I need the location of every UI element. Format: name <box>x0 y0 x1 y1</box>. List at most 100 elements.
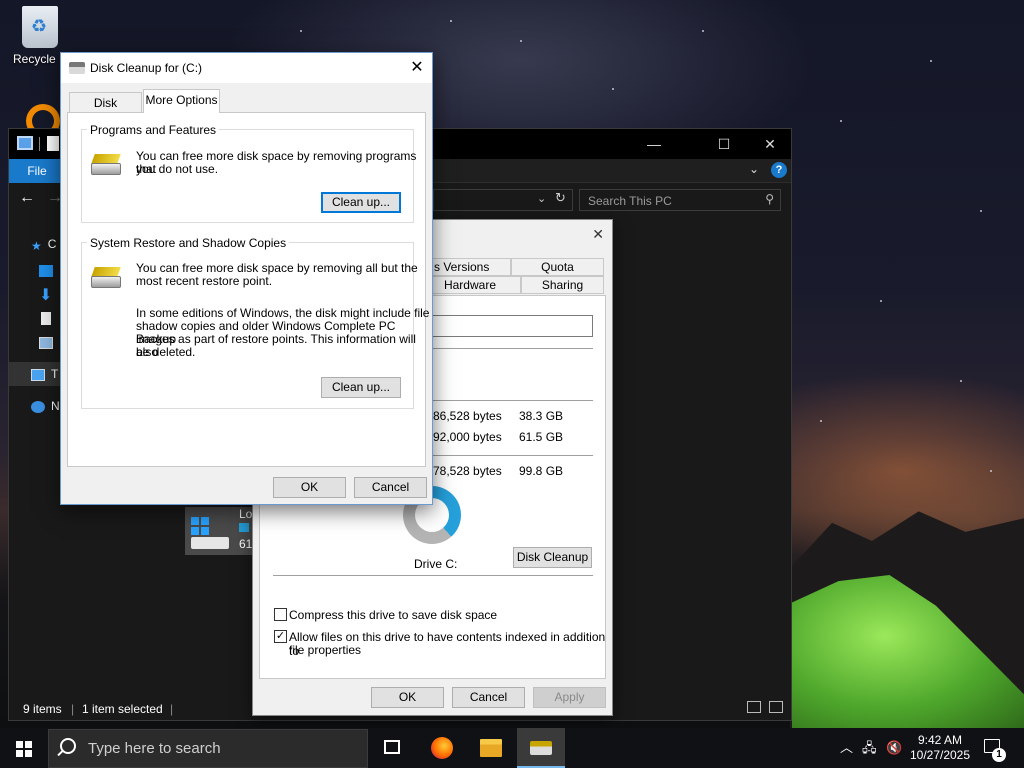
used-space-bytes: 86,528 bytes <box>433 409 502 423</box>
compress-drive-label: Compress this drive to save disk space <box>289 608 498 622</box>
windows-start-icon <box>16 741 32 757</box>
this-pc-icon <box>17 136 33 150</box>
capacity-bytes: 78,528 bytes <box>433 464 502 478</box>
used-space-gb: 38.3 GB <box>519 409 564 423</box>
search-icon <box>60 738 76 754</box>
star <box>960 380 962 382</box>
this-pc-nav-icon <box>31 368 45 381</box>
restore-note-line4: be deleted. <box>136 345 196 359</box>
programs-desc-line2: you do not use. <box>136 162 219 176</box>
network-icon[interactable]: 🖧 <box>862 728 877 768</box>
status-separator: | <box>71 702 75 716</box>
index-contents-checkbox[interactable]: ✓ <box>274 630 287 643</box>
tab-quota[interactable]: Quota <box>511 258 604 276</box>
ok-button[interactable]: OK <box>273 477 346 498</box>
titlebar-separator <box>39 137 40 151</box>
back-arrow-icon[interactable]: ← <box>19 189 35 207</box>
drive-usage-bar <box>239 523 249 532</box>
nav-network[interactable]: N <box>31 399 60 413</box>
tab-more-options[interactable]: More Options <box>143 89 220 113</box>
address-dropdown-icon[interactable]: ⌄ <box>537 192 546 205</box>
nav-quick-access[interactable]: ★ C <box>31 237 57 253</box>
nav-this-pc-label: T <box>51 367 59 381</box>
drive-label-field[interactable] <box>429 315 593 337</box>
file-tab[interactable]: File <box>9 159 65 183</box>
documents-icon <box>41 312 51 326</box>
star <box>880 300 882 302</box>
explorer-search-input[interactable]: Search This PC ⚲ <box>579 189 781 211</box>
downloads-icon[interactable]: ⬇ <box>39 285 52 305</box>
large-icons-view-icon[interactable] <box>769 701 783 713</box>
drive-size: 61 <box>239 537 253 551</box>
network-icon <box>31 400 45 413</box>
system-clock[interactable]: 9:42 AM 10/27/2025 <box>904 733 976 763</box>
selected-count: 1 item selected <box>82 702 163 716</box>
free-space-bytes: 92,000 bytes <box>433 430 502 444</box>
disk-cleanup-button[interactable]: Disk Cleanup <box>513 547 592 568</box>
recycle-bin-icon <box>22 6 58 48</box>
star <box>990 470 992 472</box>
star <box>702 30 704 32</box>
disk-cleanup-icon <box>530 741 552 755</box>
windows-logo-icon <box>191 517 209 535</box>
nav-network-label: N <box>51 399 60 413</box>
notification-badge: 1 <box>992 748 1006 762</box>
minimize-icon[interactable]: — <box>631 129 677 159</box>
star <box>520 40 522 42</box>
hard-drive-icon <box>191 537 229 549</box>
volume-muted-icon[interactable]: 🔇 <box>886 728 902 768</box>
clock-date: 10/27/2025 <box>909 748 971 762</box>
free-space-gb: 61.5 GB <box>519 430 564 444</box>
divider <box>273 575 593 576</box>
close-icon[interactable]: ✕ <box>592 226 604 243</box>
maximize-icon[interactable]: ☐ <box>701 129 747 159</box>
help-icon[interactable]: ? <box>771 162 787 178</box>
system-restore-title: System Restore and Shadow Copies <box>87 236 290 250</box>
status-separator: | <box>170 702 174 716</box>
cancel-button[interactable]: Cancel <box>452 687 525 708</box>
task-view-icon <box>384 740 400 754</box>
restore-desc-line2: most recent restore point. <box>136 274 273 288</box>
clock-time: 9:42 AM <box>917 733 963 747</box>
restore-cleanup-button[interactable]: Clean up... <box>321 377 401 398</box>
programs-features-title: Programs and Features <box>87 123 220 137</box>
nav-pictures[interactable] <box>39 335 59 349</box>
star <box>612 88 614 90</box>
apply-button[interactable]: Apply <box>533 687 606 708</box>
drive-c-label: Drive C: <box>414 557 458 571</box>
search-icon: ⚲ <box>765 192 774 206</box>
close-icon[interactable]: ✕ <box>747 129 793 159</box>
star <box>820 420 822 422</box>
disk-cleanup-icon <box>69 62 85 74</box>
programs-cleanup-button[interactable]: Clean up... <box>321 192 401 213</box>
star <box>450 20 452 22</box>
capacity-gb: 99.8 GB <box>519 464 564 478</box>
drive-name: Lo <box>239 507 253 521</box>
desktop-icon <box>39 264 53 277</box>
file-explorer-icon <box>480 739 502 757</box>
cancel-button[interactable]: Cancel <box>354 477 427 498</box>
nav-documents[interactable] <box>41 311 57 326</box>
address-bar[interactable] <box>433 189 573 211</box>
search-placeholder: Search This PC <box>588 194 672 208</box>
close-icon[interactable]: ✕ <box>402 53 432 83</box>
properties-quick-icon[interactable] <box>47 136 59 151</box>
ok-button[interactable]: OK <box>371 687 444 708</box>
compress-drive-checkbox[interactable] <box>274 608 287 621</box>
disk-cleanup-icon <box>91 154 123 176</box>
star <box>300 30 302 32</box>
nav-quick-access-label: C <box>47 237 57 251</box>
star <box>840 120 842 122</box>
cleanup-title: Disk Cleanup for (C:) <box>90 61 203 75</box>
nav-this-pc[interactable]: T <box>31 367 58 381</box>
star-icon: ★ <box>31 238 42 253</box>
refresh-icon[interactable]: ↻ <box>555 190 566 206</box>
details-view-icon[interactable] <box>747 701 761 713</box>
ribbon-expand-icon[interactable]: ⌄ <box>749 162 759 176</box>
nav-desktop[interactable] <box>39 263 59 277</box>
show-hidden-icons-chevron-icon[interactable]: ︿ <box>840 728 853 768</box>
firefox-icon <box>431 737 453 759</box>
tab-disk-cleanup[interactable]: Disk Cleanup <box>69 92 142 130</box>
star <box>930 60 932 62</box>
tab-sharing[interactable]: Sharing <box>521 276 604 294</box>
